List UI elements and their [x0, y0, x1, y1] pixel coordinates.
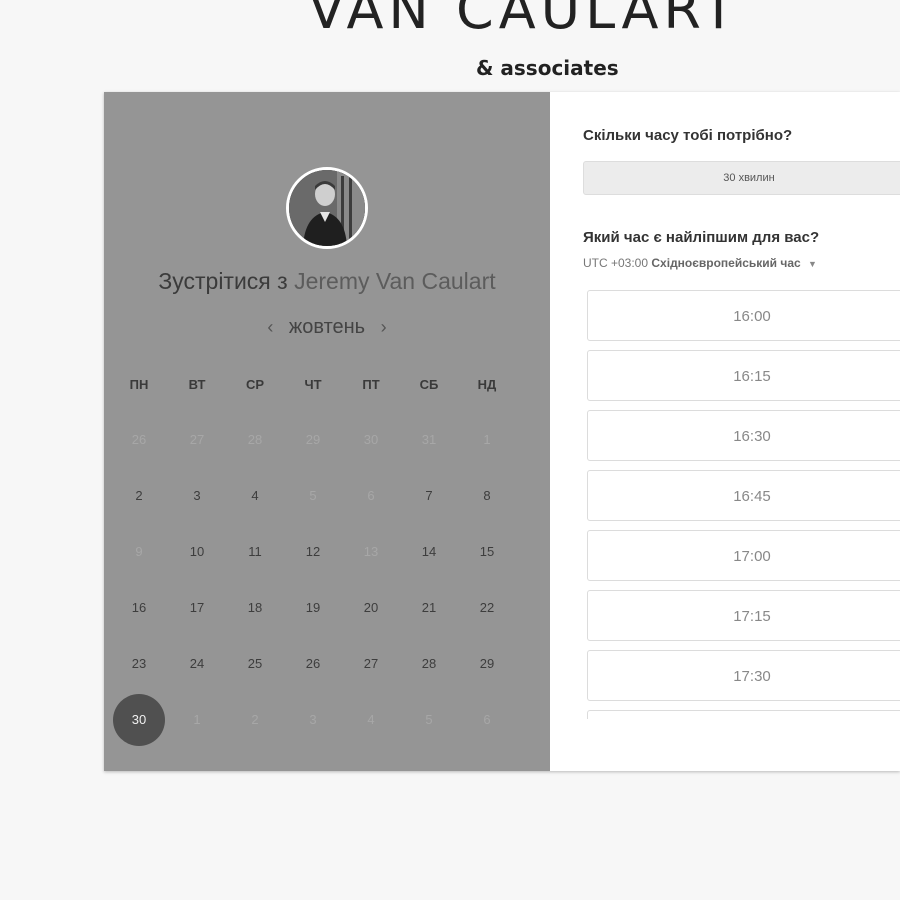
host-photo-icon [289, 170, 365, 246]
calendar-day: 29 [305, 432, 321, 447]
weekday-label: СР [245, 377, 265, 392]
calendar-day[interactable]: 28 [403, 638, 455, 690]
calendar-days: 26 27 28 29 30 31 1 2 3 4 5 6 7 8 9 10 11 12 13 14 15 16 17 18 1… [110, 412, 544, 752]
timezone-offset: UTC +03:00 [583, 256, 649, 270]
host-name: Jeremy Van Caulart [294, 268, 496, 294]
calendar-day[interactable]: 11 [229, 526, 281, 578]
timezone-name: Східноєвропейський час [651, 256, 801, 270]
calendar-day[interactable]: 25 [229, 638, 281, 690]
calendar-day: 9 [135, 544, 143, 559]
time-slot-button[interactable]: 16:15 [587, 350, 900, 401]
calendar-day[interactable]: 2 [113, 470, 165, 522]
calendar-day: 26 [131, 432, 147, 447]
time-slot-button[interactable]: 17:00 [587, 530, 900, 581]
weekday-label: ПН [129, 377, 149, 392]
calendar-day[interactable]: 21 [403, 582, 455, 634]
calendar-day[interactable]: 18 [229, 582, 281, 634]
calendar-day: 30 [363, 432, 379, 447]
chevron-right-icon[interactable]: › [371, 317, 397, 338]
calendar-day[interactable]: 4 [229, 470, 281, 522]
month-label: жовтень [288, 316, 366, 338]
calendar-day[interactable]: 20 [345, 582, 397, 634]
calendar-day[interactable]: 15 [461, 526, 513, 578]
brand-subtitle: & associates [476, 56, 619, 80]
calendar-day[interactable]: 17 [171, 582, 223, 634]
brand-title: VAN CAULART [308, 0, 740, 41]
time-slot-button[interactable] [587, 710, 900, 719]
weekday-label: ЧТ [304, 377, 322, 392]
calendar-day: 4 [367, 712, 375, 727]
calendar-day[interactable]: 26 [287, 638, 339, 690]
time-slot-button[interactable]: 17:15 [587, 590, 900, 641]
time-slot-button[interactable]: 17:30 [587, 650, 900, 701]
calendar-day: 27 [189, 432, 205, 447]
time-slot-button[interactable]: 16:00 [587, 290, 900, 341]
calendar-day: 6 [367, 488, 375, 503]
calendar-day[interactable]: 27 [345, 638, 397, 690]
calendar-day[interactable]: 29 [461, 638, 513, 690]
meet-prefix: Зустрітися з [158, 268, 288, 294]
duration-question: Скільки часу тобі потрібно? [583, 127, 793, 144]
calendar-day: 6 [483, 712, 491, 727]
calendar-day: 5 [425, 712, 433, 727]
weekday-label: НД [477, 377, 497, 392]
calendar-day[interactable]: 10 [171, 526, 223, 578]
calendar-day: 28 [247, 432, 263, 447]
time-slot-list[interactable]: 16:00 16:15 16:30 16:45 17:00 17:15 17:30 [587, 289, 900, 719]
calendar-day[interactable]: 14 [403, 526, 455, 578]
weekday-label: СБ [419, 377, 439, 392]
time-panel: Скільки часу тобі потрібно? 30 хвилин Як… [550, 92, 900, 771]
weekday-label: ВТ [188, 377, 206, 392]
calendar-day[interactable]: 23 [113, 638, 165, 690]
month-navigation: ‹ жовтень › [104, 316, 550, 339]
calendar-day-selected[interactable]: 30 [113, 694, 165, 746]
weekday-label: ПТ [362, 377, 380, 392]
calendar-panel: Зустрітися з Jeremy Van Caulart ‹ жовтен… [104, 92, 550, 771]
caret-down-icon: ▼ [808, 259, 817, 269]
time-slot-button[interactable]: 16:45 [587, 470, 900, 521]
host-avatar [286, 167, 368, 249]
duration-selector[interactable]: 30 хвилин [583, 161, 900, 195]
calendar-day[interactable]: 12 [287, 526, 339, 578]
time-question: Який час є найліпшим для вас? [583, 229, 820, 246]
calendar-day[interactable]: 16 [113, 582, 165, 634]
calendar-day[interactable]: 22 [461, 582, 513, 634]
calendar-day: 13 [363, 544, 379, 559]
calendar-day: 3 [309, 712, 317, 727]
chevron-left-icon[interactable]: ‹ [257, 317, 283, 338]
calendar-day: 1 [193, 712, 201, 727]
calendar-day[interactable]: 8 [461, 470, 513, 522]
booking-card: Зустрітися з Jeremy Van Caulart ‹ жовтен… [104, 92, 900, 771]
calendar-day: 5 [309, 488, 317, 503]
calendar-day: 1 [483, 432, 491, 447]
calendar-day: 31 [421, 432, 437, 447]
timezone-selector[interactable]: UTC +03:00 Східноєвропейський час ▼ [583, 256, 817, 270]
calendar-day: 2 [251, 712, 259, 727]
calendar-day[interactable]: 24 [171, 638, 223, 690]
meet-heading: Зустрітися з Jeremy Van Caulart [104, 268, 550, 295]
calendar-day[interactable]: 7 [403, 470, 455, 522]
time-slot-button[interactable]: 16:30 [587, 410, 900, 461]
calendar-day[interactable]: 19 [287, 582, 339, 634]
calendar-day[interactable]: 3 [171, 470, 223, 522]
